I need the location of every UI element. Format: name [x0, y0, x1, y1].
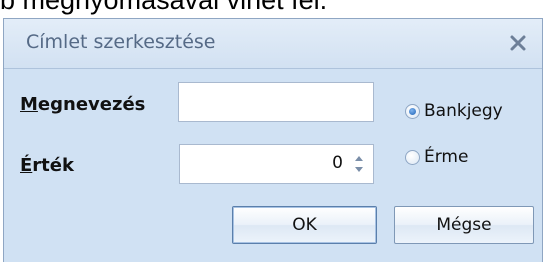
dialog-title-bar[interactable]: Címlet szerkesztése	[4, 19, 542, 69]
name-input[interactable]	[178, 82, 374, 122]
spinner-arrows-icon[interactable]	[351, 151, 367, 177]
radio-coin-indicator[interactable]	[405, 149, 420, 165]
value-label-mnemonic: É	[20, 155, 33, 176]
page: b megnyomásával vihet fel. Címlet szerke…	[0, 0, 545, 262]
name-label-mnemonic: M	[20, 94, 38, 115]
name-label: Megnevezés	[20, 94, 145, 115]
radio-banknote[interactable]: Bankjegy	[405, 101, 503, 121]
value-stepper[interactable]: 0	[179, 144, 374, 184]
value-stepper-value: 0	[332, 153, 343, 173]
close-icon[interactable]	[506, 31, 530, 55]
denomination-edit-dialog: Címlet szerkesztése Megnevezés Érték 0 B…	[3, 18, 543, 262]
radio-coin-label: Érme	[424, 147, 469, 167]
radio-banknote-indicator[interactable]	[405, 103, 420, 119]
dialog-body: Megnevezés Érték 0 Bankjegy Érme OK Mégs…	[4, 69, 542, 262]
background-document-text: b megnyomásával vihet fel.	[0, 0, 328, 15]
radio-banknote-label: Bankjegy	[424, 101, 503, 121]
cancel-button[interactable]: Mégse	[394, 206, 534, 244]
ok-button[interactable]: OK	[232, 206, 377, 244]
radio-coin[interactable]: Érme	[405, 147, 468, 167]
value-label-rest: rték	[32, 155, 74, 176]
dialog-title: Címlet szerkesztése	[26, 31, 216, 53]
value-label: Érték	[20, 155, 74, 176]
name-label-rest: egnevezés	[37, 94, 146, 115]
